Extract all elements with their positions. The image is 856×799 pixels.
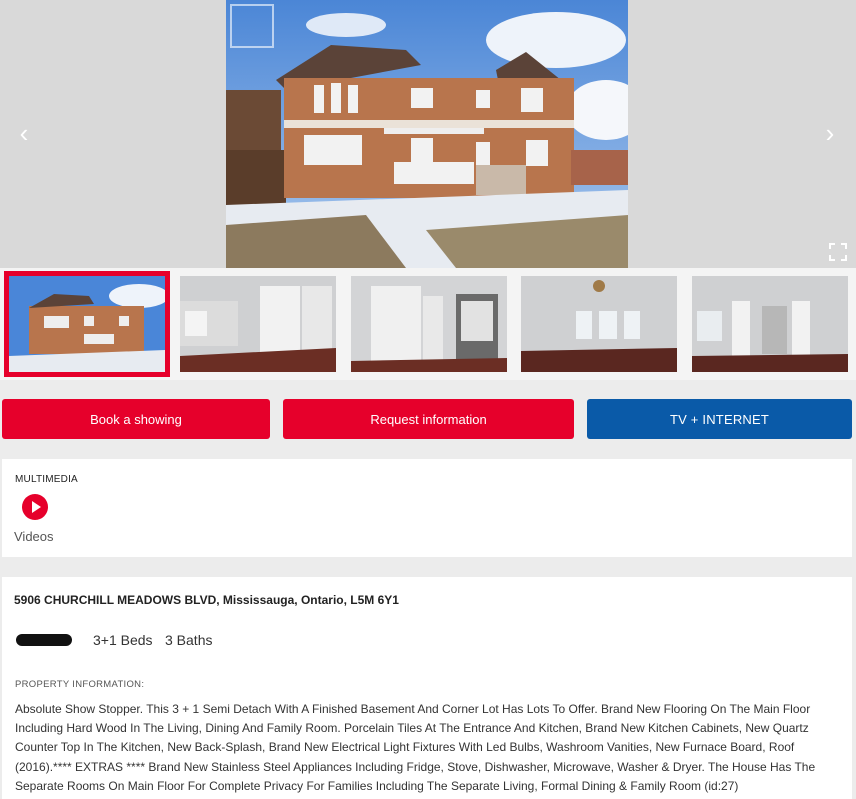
house-photo <box>226 0 628 268</box>
play-icon[interactable] <box>22 494 48 520</box>
photo-gallery: ‹ › <box>0 0 856 268</box>
thumbnail-foyer[interactable] <box>180 276 336 372</box>
property-info-label: PROPERTY INFORMATION: <box>15 679 145 690</box>
beds-count: 3+1 Beds <box>93 632 153 648</box>
videos-link[interactable]: Videos <box>14 529 54 544</box>
chevron-right-icon[interactable]: › <box>818 118 842 148</box>
thumbnail-house-exterior[interactable] <box>4 271 170 377</box>
tv-internet-button[interactable]: TV + INTERNET <box>587 399 852 439</box>
book-showing-button[interactable]: Book a showing <box>2 399 270 439</box>
thumbnail-dining-room[interactable] <box>692 276 848 372</box>
baths-count: 3 Baths <box>165 632 213 648</box>
thumbnail-entrance[interactable] <box>351 276 507 372</box>
multimedia-card: MULTIMEDIA <box>2 459 852 557</box>
price-redacted <box>16 634 72 646</box>
thumbnail-living-room[interactable] <box>521 276 677 372</box>
property-description: Absolute Show Stopper. This 3 + 1 Semi D… <box>15 702 816 793</box>
request-information-button[interactable]: Request information <box>283 399 574 439</box>
main-photo[interactable] <box>226 0 628 268</box>
chevron-left-icon[interactable]: ‹ <box>12 118 36 148</box>
realtor-watermark-icon <box>230 4 274 48</box>
fullscreen-icon[interactable] <box>829 243 847 261</box>
thumbnail-strip <box>0 268 856 380</box>
multimedia-label: MULTIMEDIA <box>15 474 78 485</box>
property-address: 5906 CHURCHILL MEADOWS BLVD, Mississauga… <box>14 593 399 607</box>
